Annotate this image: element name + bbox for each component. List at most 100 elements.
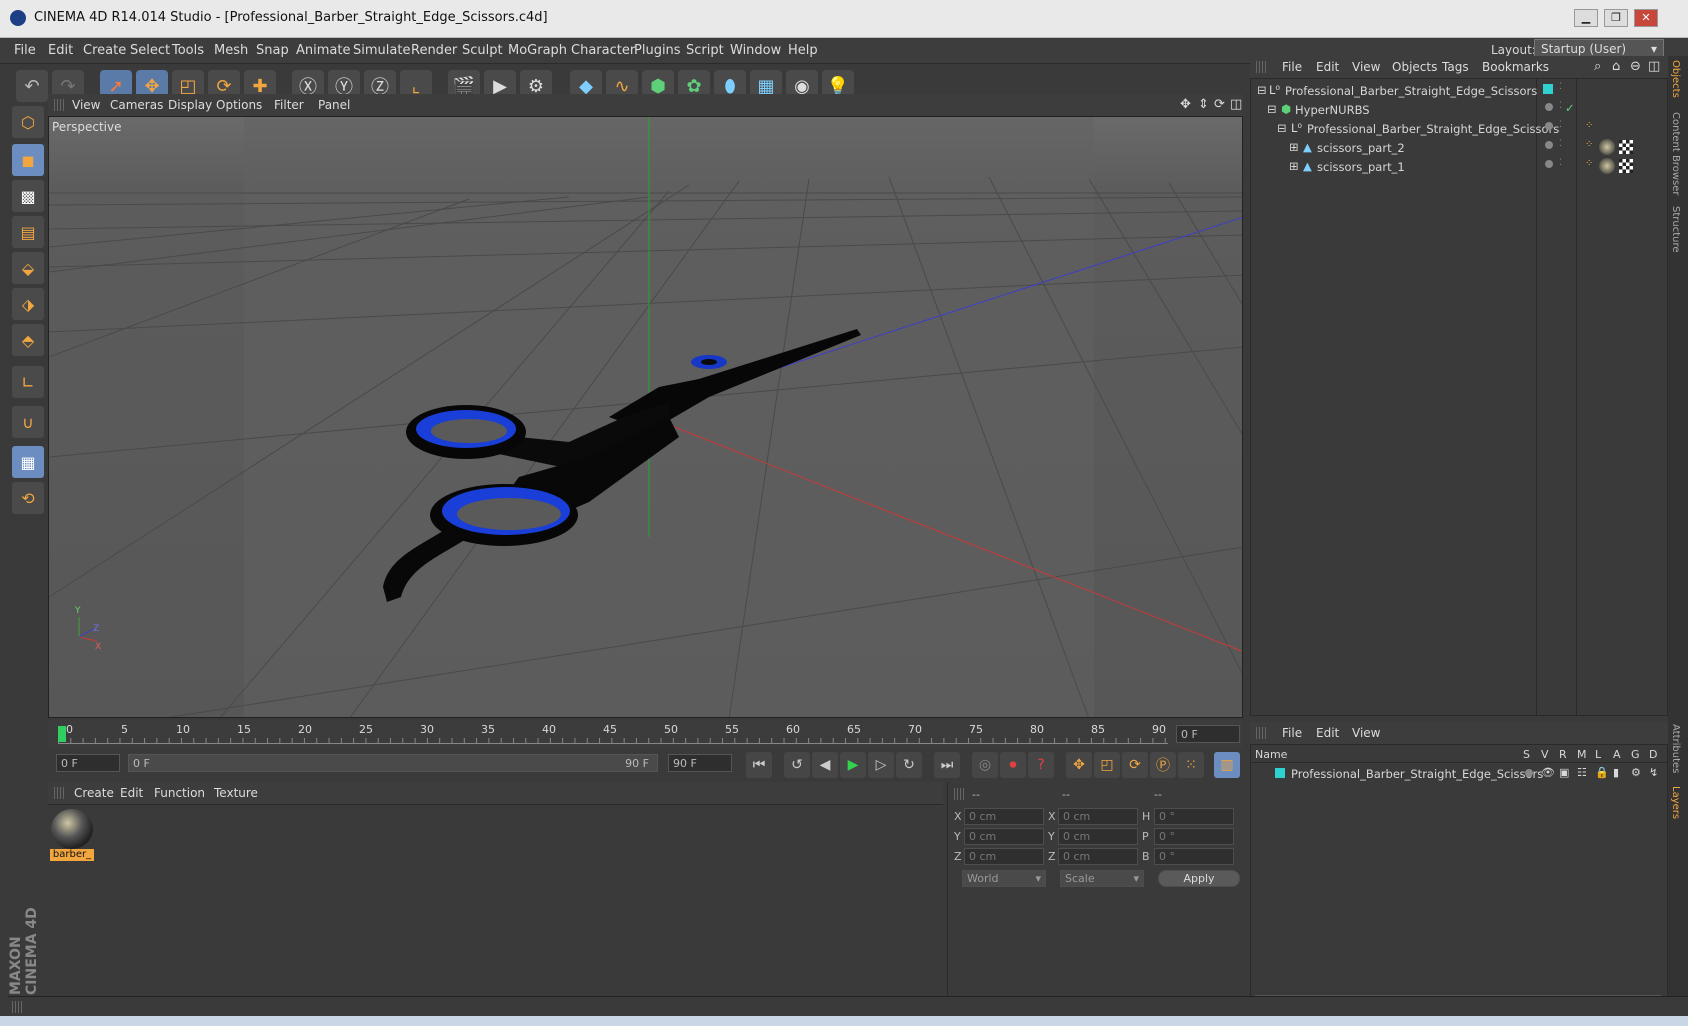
points-mode-icon[interactable]: ⬙ xyxy=(12,252,44,284)
menu-edit[interactable]: Edit xyxy=(48,43,73,58)
scale-dropdown[interactable]: Scale ▾ xyxy=(1060,870,1144,887)
tab-objects[interactable]: Objects xyxy=(1670,60,1681,98)
tab-content-browser[interactable]: Content Browser xyxy=(1670,112,1681,195)
collapse-icon[interactable]: ⊖ xyxy=(1630,59,1641,74)
material-menu-function[interactable]: Function xyxy=(154,786,205,800)
menu-mesh[interactable]: Mesh xyxy=(214,43,248,58)
key-parameter-icon[interactable]: Ⓟ xyxy=(1150,752,1176,778)
menu-script[interactable]: Script xyxy=(686,43,724,58)
viewport-menu-filter[interactable]: Filter xyxy=(274,98,304,112)
menu-window[interactable]: Window xyxy=(730,43,781,58)
viewport-menu-view[interactable]: View xyxy=(72,98,100,112)
texture-mode-icon[interactable]: ▩ xyxy=(12,180,44,212)
viewport-toggle-icon[interactable]: ◫ xyxy=(1230,97,1242,112)
expand-icon[interactable]: ⊞ xyxy=(1289,140,1299,154)
timeline-toggle-icon[interactable]: ▥ xyxy=(1214,752,1240,778)
end-frame-field[interactable]: 90 F xyxy=(668,754,732,772)
material-swatch[interactable]: barber_ xyxy=(50,809,94,861)
expand-icon[interactable]: ⊟ xyxy=(1257,83,1267,97)
material-menu-texture[interactable]: Texture xyxy=(214,786,258,800)
autokey-icon[interactable]: ⏺ xyxy=(1000,752,1026,778)
deformer-icon[interactable]: ↯ xyxy=(1649,766,1658,779)
position-y-field[interactable]: 0 cm xyxy=(964,828,1044,845)
object-menu-file[interactable]: File xyxy=(1282,60,1302,74)
animation-icon[interactable]: ▮ xyxy=(1613,766,1619,779)
viewport-pan-icon[interactable]: ✥ xyxy=(1180,97,1191,112)
size-z-field[interactable]: 0 cm xyxy=(1058,848,1138,865)
step-forward-icon[interactable]: ▷ xyxy=(868,752,894,778)
undo-icon[interactable]: ↶ xyxy=(16,70,48,102)
manager-icon[interactable]: ☷ xyxy=(1577,766,1587,779)
rotation-h-field[interactable]: 0 ° xyxy=(1154,808,1234,825)
visibility-dots-icon[interactable]: ⁚ xyxy=(1559,82,1562,92)
visibility-dots-icon[interactable]: ⁚ xyxy=(1559,101,1562,111)
phong-tag-icon[interactable]: ⁘ xyxy=(1585,139,1593,150)
object-row[interactable]: ⊞ ▲ scissors_part_1 ⁚ ⁘ xyxy=(1251,157,1669,176)
menu-render[interactable]: Render xyxy=(411,43,457,58)
axis-mode-icon[interactable]: ∟ xyxy=(12,366,44,398)
go-to-start-icon[interactable]: ⏮ xyxy=(746,752,772,778)
minimize-button[interactable]: ▁ xyxy=(1574,9,1598,27)
workplane-lock-icon[interactable]: ▦ xyxy=(12,446,44,478)
workplane-mode-icon[interactable]: ▤ xyxy=(12,216,44,248)
expand-icon[interactable]: ⊟ xyxy=(1267,102,1277,116)
menu-animate[interactable]: Animate xyxy=(296,43,350,58)
visibility-dots-icon[interactable]: ⁚ xyxy=(1559,158,1562,168)
go-to-end-icon[interactable]: ⏭ xyxy=(934,752,960,778)
key-scale-icon[interactable]: ◰ xyxy=(1094,752,1120,778)
model-mode-icon[interactable]: ◼ xyxy=(12,144,44,176)
object-menu-view[interactable]: View xyxy=(1352,60,1380,74)
tab-layers[interactable]: Layers xyxy=(1670,786,1681,819)
3d-viewport[interactable]: Y X Z xyxy=(48,116,1243,718)
layer-menu-file[interactable]: File xyxy=(1282,726,1302,740)
edges-mode-icon[interactable]: ⬗ xyxy=(12,288,44,320)
enabled-check-icon[interactable]: ✓ xyxy=(1565,101,1575,115)
expand-icon[interactable]: ⊞ xyxy=(1289,159,1299,173)
polygons-mode-icon[interactable]: ⬘ xyxy=(12,324,44,356)
make-editable-icon[interactable]: ⬡ xyxy=(12,106,44,138)
menu-sculpt[interactable]: Sculpt xyxy=(462,43,503,58)
layer-menu-edit[interactable]: Edit xyxy=(1316,726,1339,740)
viewport-zoom-icon[interactable]: ⇕ xyxy=(1198,97,1209,112)
start-frame-field[interactable]: 0 F xyxy=(56,754,120,772)
maximize-button[interactable]: ❐ xyxy=(1604,9,1628,27)
layer-col-m[interactable]: M xyxy=(1577,748,1587,761)
record-keys-icon[interactable]: ◎ xyxy=(972,752,998,778)
menu-character[interactable]: Character xyxy=(571,43,635,58)
timeline-ruler[interactable]: 0 5 10 15 20 25 30 35 40 45 50 55 60 65 … xyxy=(48,720,1243,748)
object-row[interactable]: ⊟ ⬢ HyperNURBS ⁚ ✓ xyxy=(1251,100,1669,119)
menu-create[interactable]: Create xyxy=(83,43,126,58)
visible-eye-icon[interactable]: 👁 xyxy=(1541,766,1555,779)
world-dropdown[interactable]: World ▾ xyxy=(962,870,1046,887)
search-icon[interactable]: ⌕ xyxy=(1594,59,1601,74)
layer-col-s[interactable]: S xyxy=(1523,748,1530,761)
loop-back-icon[interactable]: ↺ xyxy=(784,752,810,778)
magnet-icon[interactable]: ∪ xyxy=(12,406,44,438)
layer-color-swatch[interactable] xyxy=(1275,768,1285,778)
render-icon[interactable]: ▣ xyxy=(1559,766,1569,779)
lock-icon[interactable]: 🔒 xyxy=(1595,766,1609,779)
layer-row[interactable]: Professional_Barber_Straight_Edge_Scisso… xyxy=(1251,765,1667,783)
tab-attributes[interactable]: Attributes xyxy=(1670,724,1681,773)
viewport-rotate-icon[interactable]: ⟳ xyxy=(1214,97,1225,112)
object-menu-bookmarks[interactable]: Bookmarks xyxy=(1482,60,1549,74)
apply-button[interactable]: Apply xyxy=(1158,870,1240,887)
viewport-menu-options[interactable]: Options xyxy=(216,98,262,112)
object-row[interactable]: ⊞ ▲ scissors_part_2 ⁚ ⁘ xyxy=(1251,138,1669,157)
close-button[interactable]: ✕ xyxy=(1634,9,1658,27)
layer-col-v[interactable]: V xyxy=(1541,748,1549,761)
layer-col-l[interactable]: L xyxy=(1595,748,1601,761)
keyframe-help-icon[interactable]: ? xyxy=(1028,752,1054,778)
key-rotation-icon[interactable]: ⟳ xyxy=(1122,752,1148,778)
tab-structure[interactable]: Structure xyxy=(1670,206,1681,253)
visibility-dots-icon[interactable]: ⁚ xyxy=(1559,120,1562,130)
viewport-menu-cameras[interactable]: Cameras xyxy=(110,98,163,112)
play-icon[interactable]: ▶ xyxy=(840,752,866,778)
home-icon[interactable]: ⌂ xyxy=(1612,59,1620,74)
current-frame-field[interactable]: 0 F xyxy=(1176,725,1240,743)
position-z-field[interactable]: 0 cm xyxy=(964,848,1044,865)
frame-range-slider[interactable]: 0 F 90 F xyxy=(128,754,658,772)
uvw-tag-icon[interactable] xyxy=(1619,159,1633,173)
material-menu-edit[interactable]: Edit xyxy=(120,786,143,800)
menu-plugins[interactable]: Plugins xyxy=(634,43,681,58)
